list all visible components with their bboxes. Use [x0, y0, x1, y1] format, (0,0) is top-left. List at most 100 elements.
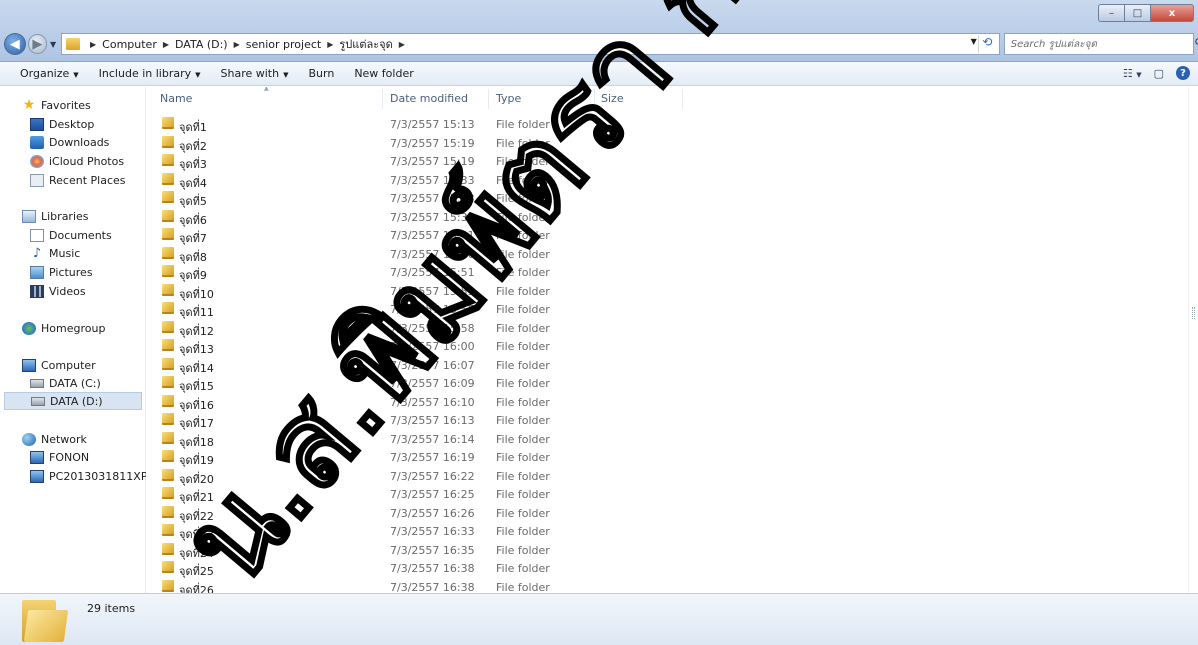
table-row[interactable]: จุดที่24 7/3/2557 16:35 File folder	[146, 541, 1188, 560]
column-divider[interactable]	[682, 89, 683, 109]
computer-icon	[22, 358, 36, 372]
recent-places-icon	[30, 173, 44, 187]
column-header-name[interactable]: Name	[160, 87, 270, 105]
column-header-date[interactable]: Date modified	[390, 92, 468, 105]
burn-button[interactable]: Burn	[308, 67, 334, 80]
table-row[interactable]: จุดที่5 7/3/2557 15:33 File folder	[146, 189, 1188, 208]
refresh-icon[interactable]: ⟲	[977, 35, 996, 53]
nav-libraries[interactable]: Libraries	[22, 208, 89, 224]
computer-icon	[30, 469, 44, 483]
folder-icon	[162, 542, 174, 555]
organize-button[interactable]: Organize ▼	[20, 67, 79, 80]
table-row[interactable]: จุดที่14 7/3/2557 16:07 File folder	[146, 356, 1188, 375]
table-row[interactable]: จุดที่26 7/3/2557 16:38 File folder	[146, 578, 1188, 593]
include-in-library-button[interactable]: Include in library ▼	[99, 67, 201, 80]
view-controls: ☷ ▼ ▢ ?	[1123, 66, 1190, 80]
table-row[interactable]: จุดที่16 7/3/2557 16:10 File folder	[146, 393, 1188, 412]
nav-label: FONON	[49, 450, 90, 464]
nav-computer[interactable]: Computer	[22, 357, 96, 373]
nav-label: Pictures	[49, 265, 93, 279]
breadcrumb-current-folder[interactable]: รูปแต่ละจุด	[339, 35, 392, 53]
network-icon	[22, 432, 36, 446]
nav-drive-c[interactable]: DATA (C:)	[30, 375, 101, 391]
nav-documents[interactable]: Documents	[30, 227, 112, 243]
folder-icon	[162, 505, 174, 518]
table-row[interactable]: จุดที่12 7/3/2557 15:58 File folder	[146, 319, 1188, 338]
chevron-right-icon: ▶	[327, 39, 334, 49]
table-row[interactable]: จุดที่23 7/3/2557 16:33 File folder	[146, 522, 1188, 541]
maximize-button[interactable]: □	[1124, 4, 1150, 22]
table-row[interactable]: จุดที่11 7/3/2557 15:55 File folder	[146, 300, 1188, 319]
forward-button[interactable]: ▶	[27, 34, 48, 54]
search-input[interactable]: Search รูปแต่ละจุด ⚲	[1003, 33, 1198, 55]
column-divider[interactable]	[382, 89, 383, 109]
breadcrumb-data-d[interactable]: DATA (D:)	[175, 38, 228, 51]
folder-icon	[162, 191, 174, 203]
nav-network[interactable]: Network	[22, 431, 87, 447]
folder-icon	[162, 154, 174, 166]
folder-icon	[162, 117, 174, 129]
nav-label: Videos	[49, 284, 86, 298]
table-row[interactable]: จุดที่20 7/3/2557 16:22 File folder	[146, 467, 1188, 486]
table-row[interactable]: จุดที่25 7/3/2557 16:38 File folder	[146, 559, 1188, 578]
nav-pictures[interactable]: Pictures	[30, 264, 93, 280]
column-header-size[interactable]: Size	[601, 92, 624, 105]
table-row[interactable]: จุดที่18 7/3/2557 16:14 File folder	[146, 430, 1188, 449]
nav-videos[interactable]: Videos	[30, 283, 86, 299]
help-icon[interactable]: ?	[1176, 66, 1190, 80]
table-row[interactable]: จุดที่4 7/3/2557 15:33 File folder	[146, 171, 1188, 190]
nav-desktop[interactable]: Desktop	[30, 116, 94, 132]
pictures-icon	[30, 265, 44, 279]
table-row[interactable]: จุดที่15 7/3/2557 16:09 File folder	[146, 374, 1188, 393]
table-row[interactable]: จุดที่3 7/3/2557 15:19 File folder	[146, 152, 1188, 171]
minimize-button[interactable]: –	[1098, 4, 1124, 22]
nav-homegroup[interactable]: Homegroup	[22, 320, 105, 336]
nav-label: DATA (C:)	[49, 376, 101, 390]
share-with-button[interactable]: Share with ▼	[221, 67, 289, 80]
nav-music[interactable]: ♪ Music	[30, 245, 80, 261]
back-button[interactable]: ◀	[4, 33, 26, 55]
file-type: File folder	[496, 321, 550, 335]
column-header-type[interactable]: Type	[496, 92, 521, 105]
table-row[interactable]: จุดที่7 7/3/2557 15:41 File folder	[146, 226, 1188, 245]
file-type: File folder	[496, 340, 550, 353]
nav-icloud-photos[interactable]: iCloud Photos	[30, 153, 124, 169]
table-row[interactable]: จุดที่1 7/3/2557 15:13 File folder	[146, 115, 1188, 134]
column-divider[interactable]	[594, 89, 595, 109]
nav-fonon[interactable]: FONON	[30, 449, 89, 465]
search-placeholder: Search รูปแต่ละจุด	[1010, 38, 1098, 50]
nav-pc[interactable]: PC2013031811XPA	[30, 468, 154, 484]
table-row[interactable]: จุดที่9 7/3/2557 15:51 File folder	[146, 263, 1188, 282]
nav-recent-places[interactable]: Recent Places	[30, 172, 126, 188]
table-row[interactable]: จุดที่8 7/3/2557 15:46 File folder	[146, 245, 1188, 264]
breadcrumb-computer[interactable]: Computer	[102, 38, 157, 51]
breadcrumb-senior-project[interactable]: senior project	[246, 38, 321, 51]
search-icon[interactable]: ⚲	[1194, 36, 1198, 50]
chevron-down-icon: ▼	[73, 71, 79, 79]
table-row[interactable]: จุดที่22 7/3/2557 16:26 File folder	[146, 504, 1188, 523]
table-row[interactable]: จุดที่10 7/3/2557 15:53 File folder	[146, 282, 1188, 301]
file-date-modified: 7/3/2557 15:55	[390, 303, 475, 316]
scrollbar-grip[interactable]	[1192, 307, 1195, 319]
scrollbar[interactable]	[1188, 87, 1198, 593]
table-row[interactable]: จุดที่2 7/3/2557 15:19 File folder	[146, 134, 1188, 153]
table-row[interactable]: จุดที่17 7/3/2557 16:13 File folder	[146, 411, 1188, 430]
new-folder-button[interactable]: New folder	[354, 67, 413, 80]
view-options-button[interactable]: ☷ ▼	[1123, 67, 1142, 80]
recent-pages-dropdown[interactable]: ▼	[47, 40, 59, 49]
column-divider[interactable]	[488, 89, 489, 109]
navigation-row: ◀ ▶ ▼ ▶ Computer ▶ DATA (D:) ▶ senior pr…	[4, 32, 1198, 56]
nav-favorites[interactable]: ★ Favorites	[22, 97, 91, 113]
preview-pane-button[interactable]: ▢	[1154, 67, 1164, 80]
folder-icon	[162, 246, 174, 259]
table-row[interactable]: จุดที่6 7/3/2557 15:39 File folder	[146, 208, 1188, 227]
close-button[interactable]: x	[1150, 4, 1194, 22]
file-type: File folder	[496, 247, 550, 261]
table-row[interactable]: จุดที่13 7/3/2557 16:00 File folder	[146, 337, 1188, 356]
table-row[interactable]: จุดที่19 7/3/2557 16:19 File folder	[146, 448, 1188, 467]
table-row[interactable]: จุดที่21 7/3/2557 16:25 File folder	[146, 485, 1188, 504]
address-bar[interactable]: ▶ Computer ▶ DATA (D:) ▶ senior project …	[61, 33, 1000, 55]
address-dropdown-icon[interactable]: ▼	[971, 37, 977, 46]
nav-drive-d[interactable]: DATA (D:)	[4, 392, 142, 410]
nav-downloads[interactable]: Downloads	[30, 134, 109, 150]
